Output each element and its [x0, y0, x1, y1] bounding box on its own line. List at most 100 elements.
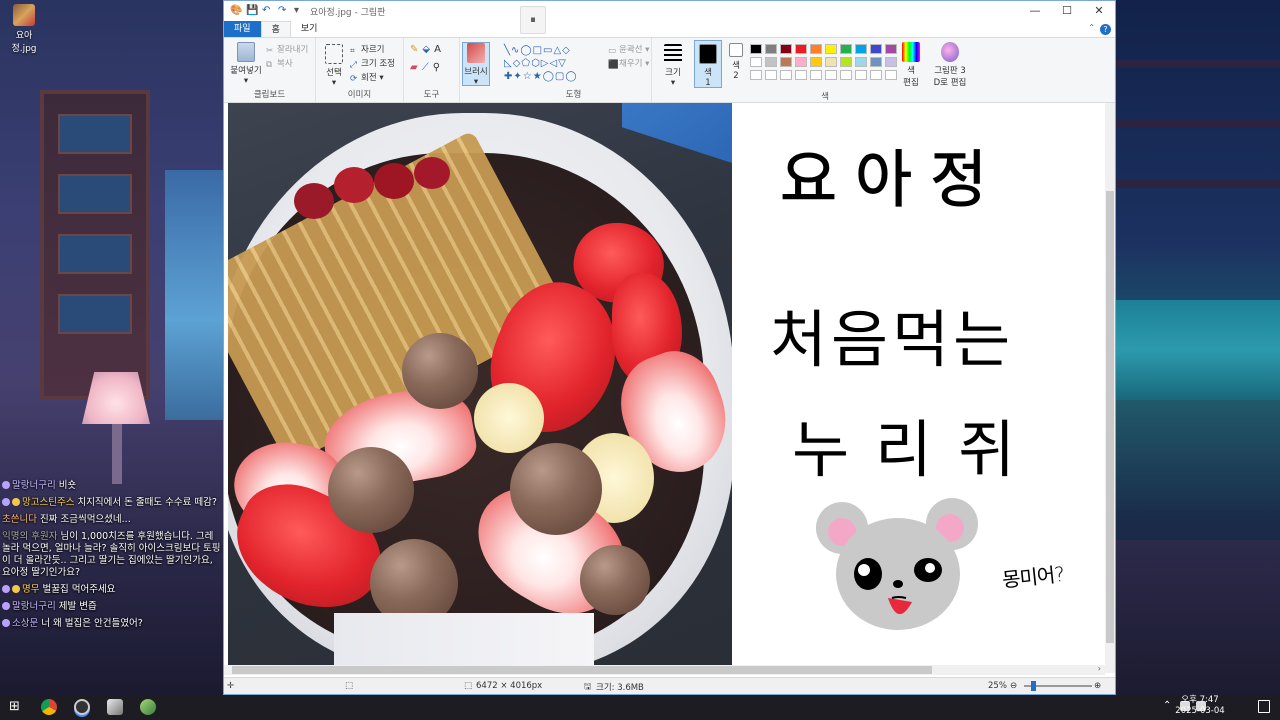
badge-icon: [2, 481, 10, 489]
color-swatch[interactable]: [840, 70, 852, 80]
chrome-icon[interactable]: [41, 699, 57, 715]
color-picker-icon[interactable]: ⟋: [422, 62, 433, 73]
app-icon[interactable]: [107, 699, 123, 715]
horizontal-scrollbar[interactable]: ›: [224, 664, 1105, 675]
pause-button[interactable]: ⏸: [520, 6, 546, 34]
magnifier-icon[interactable]: ⚲: [433, 62, 444, 73]
select-button[interactable]: 선택 ▾: [320, 44, 348, 88]
paste-button[interactable]: 붙여넣기 ▾: [228, 42, 264, 86]
color-swatch[interactable]: [855, 70, 867, 80]
color-swatch[interactable]: [780, 70, 792, 80]
collapse-ribbon-icon[interactable]: ⌃: [1088, 23, 1095, 32]
chocolate-ball: [580, 545, 650, 615]
color2-button[interactable]: 색 2: [724, 40, 748, 81]
color-swatch[interactable]: [870, 44, 882, 54]
help-icon[interactable]: ?: [1100, 24, 1111, 35]
edit-with-paint3d-button[interactable]: 그림판 3 D로 편집: [930, 42, 970, 88]
outline-icon: ▭: [608, 46, 617, 56]
chevron-down-icon: ▾: [243, 76, 249, 86]
desktop-file-icon[interactable]: 요아정.jpg: [4, 4, 44, 54]
scroll-right-icon[interactable]: ›: [1098, 664, 1101, 673]
tab-home[interactable]: 홈: [260, 21, 291, 37]
zoom-slider-thumb[interactable]: [1031, 681, 1036, 691]
mouse-drawing: [816, 498, 978, 630]
zoom-in-icon[interactable]: ⊕: [1094, 681, 1101, 691]
close-button[interactable]: ✕: [1083, 1, 1115, 21]
color-swatch[interactable]: [795, 44, 807, 54]
customize-dropdown-icon[interactable]: ▾: [294, 6, 304, 16]
copy-button[interactable]: ⧉ 복사: [266, 57, 293, 70]
color-swatch[interactable]: [765, 44, 777, 54]
color-swatch[interactable]: [870, 70, 882, 80]
text-icon[interactable]: A: [434, 44, 445, 55]
chat-message: 말랑너구리 비숏: [2, 480, 222, 492]
vertical-scrollbar[interactable]: [1105, 103, 1115, 673]
shapes-gallery[interactable]: ╲∿◯□▭△◇ ◺◇⬠⬡▷◁▽ ✚✦☆★◯▢◯: [504, 44, 596, 83]
color-swatch[interactable]: [765, 70, 777, 80]
edit-colors-button[interactable]: 색 편집: [900, 42, 922, 88]
color-swatch[interactable]: [750, 44, 762, 54]
color-swatch[interactable]: [825, 57, 837, 67]
zoom-out-icon[interactable]: ⊖: [1010, 681, 1017, 691]
color-swatch[interactable]: [810, 57, 822, 67]
color-swatch[interactable]: [855, 57, 867, 67]
ribbon-tabs: 파일 홈 보기: [224, 21, 1115, 37]
outline-button[interactable]: ▭ 윤곽선 ▾: [608, 43, 649, 56]
rotate-button[interactable]: ⟳ 회전 ▾: [350, 71, 384, 84]
zoom-level: 25%: [988, 681, 1007, 691]
crop-button[interactable]: ⌗ 자르기: [350, 43, 384, 56]
obs-icon[interactable]: [74, 699, 90, 715]
color-swatch[interactable]: [810, 70, 822, 80]
vertical-scroll-thumb[interactable]: [1106, 191, 1114, 643]
crop-icon: ⌗: [350, 46, 355, 56]
color-swatch[interactable]: [780, 44, 792, 54]
color-swatch[interactable]: [840, 44, 852, 54]
color-swatch[interactable]: [885, 44, 897, 54]
resize-button[interactable]: ⤢ 크기 조정: [350, 57, 395, 70]
brushes-button[interactable]: 브러시 ▾: [462, 42, 490, 87]
color1-button[interactable]: 색 1: [694, 40, 722, 88]
color-swatch[interactable]: [795, 57, 807, 67]
maximize-button[interactable]: ☐: [1051, 1, 1083, 21]
chat-text: 치지직에서 돈 줄때도 수수료 떼감?: [77, 497, 217, 508]
canvas-area[interactable]: 요아정 처음먹는 누리쥐 몽미어?: [224, 103, 1115, 673]
color-swatch[interactable]: [750, 70, 762, 80]
paste-icon: [237, 42, 255, 62]
redo-icon[interactable]: ↷: [278, 6, 288, 16]
color-swatch[interactable]: [885, 57, 897, 67]
color-swatch[interactable]: [825, 70, 837, 80]
notification-icon[interactable]: [1258, 700, 1270, 713]
save-icon[interactable]: 💾: [246, 6, 258, 16]
paste-label: 붙여넣기: [230, 66, 262, 76]
tab-view[interactable]: 보기: [291, 21, 328, 37]
color-swatch[interactable]: [765, 57, 777, 67]
color-swatch[interactable]: [855, 44, 867, 54]
size-button[interactable]: 크기 ▾: [660, 44, 686, 88]
cut-button[interactable]: ✂ 잘라내기: [266, 43, 309, 56]
chat-text: 벌꿀집 먹어주세요: [42, 584, 116, 595]
horizontal-scroll-thumb[interactable]: [232, 666, 932, 674]
color-swatch[interactable]: [825, 44, 837, 54]
edit-colors-label: 색 편집: [903, 66, 919, 88]
tab-file[interactable]: 파일: [224, 21, 261, 37]
app-icon[interactable]: [140, 699, 156, 715]
eraser-icon[interactable]: ▰: [410, 62, 422, 73]
fill-icon[interactable]: ⬙: [422, 44, 434, 55]
color-swatch[interactable]: [840, 57, 852, 67]
color-swatch[interactable]: [885, 70, 897, 80]
brush-icon: [467, 43, 485, 63]
pencil-icon[interactable]: ✎: [410, 44, 422, 55]
clock[interactable]: 오후 7:47 2025-03-04: [1160, 695, 1240, 717]
fill-button[interactable]: ⬛채우기 ▾: [608, 57, 649, 70]
minimize-button[interactable]: —: [1019, 1, 1051, 21]
color-swatch[interactable]: [810, 44, 822, 54]
chevron-down-icon: ▾: [670, 78, 676, 88]
color-swatch[interactable]: [795, 70, 807, 80]
brushes-group: 브러시 ▾: [460, 38, 496, 102]
cut-label: 잘라내기: [277, 45, 309, 55]
color-swatch[interactable]: [750, 57, 762, 67]
color-swatch[interactable]: [870, 57, 882, 67]
undo-icon[interactable]: ↶: [262, 6, 272, 16]
color-swatch[interactable]: [780, 57, 792, 67]
windows-start-icon[interactable]: ⊞: [9, 699, 25, 715]
